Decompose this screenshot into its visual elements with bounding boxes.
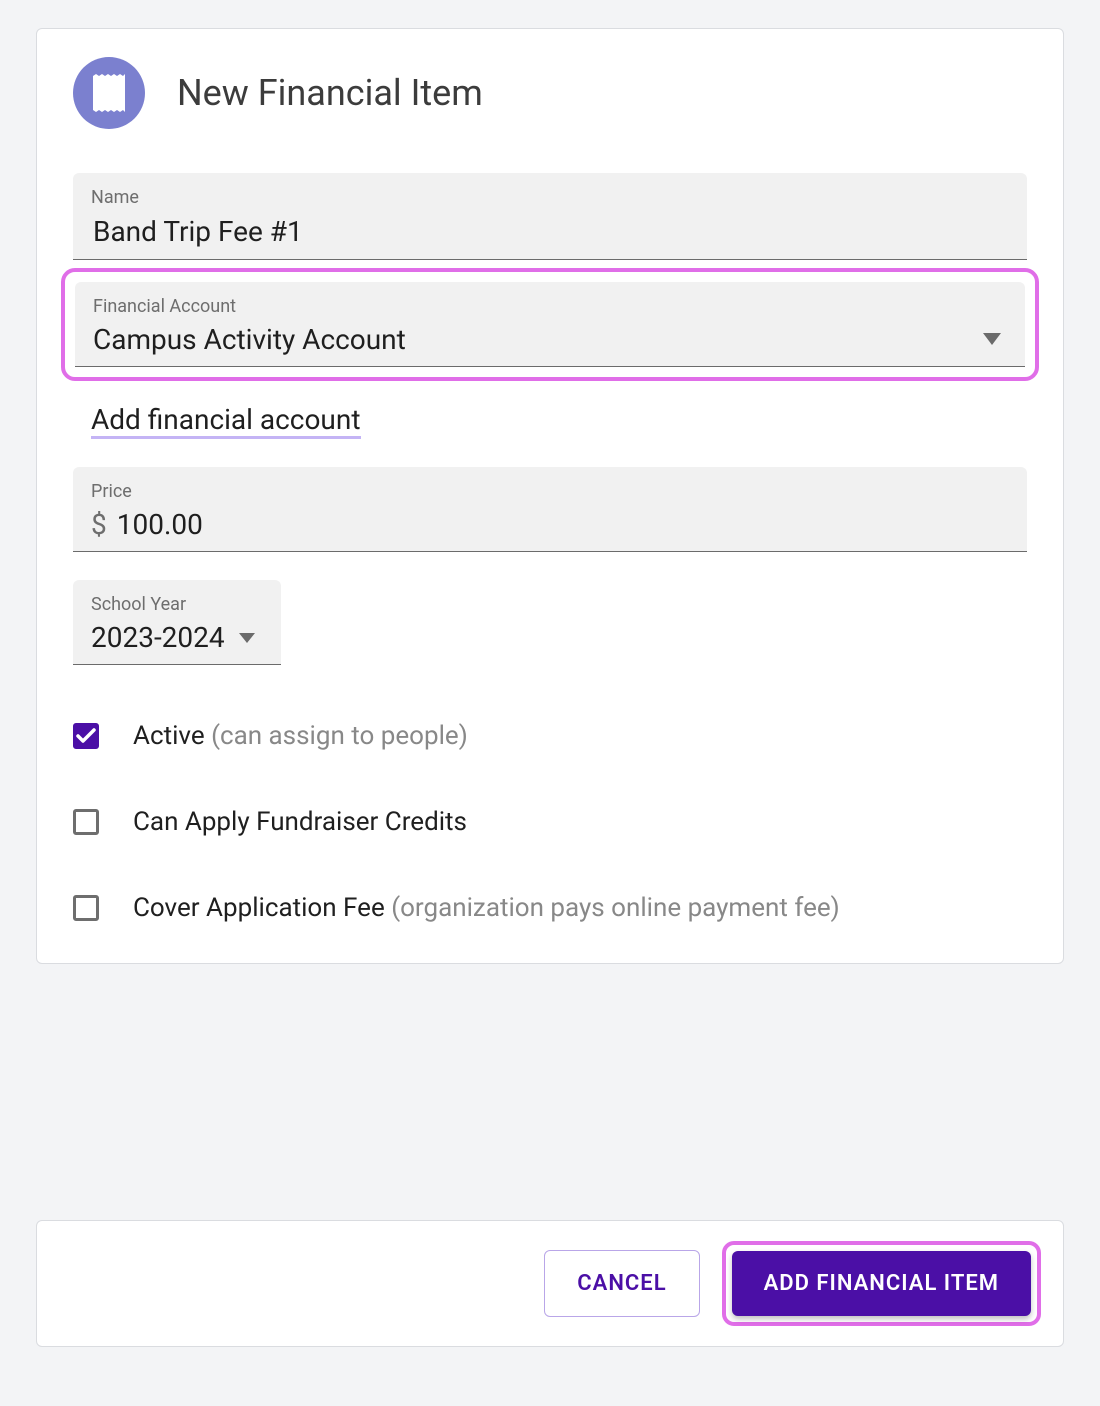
school-year-select[interactable]: School Year 2023-2024 (73, 580, 281, 665)
cover-fee-label: Cover Application Fee (organization pays… (133, 893, 840, 923)
add-financial-account-link[interactable]: Add financial account (91, 403, 361, 439)
active-label: Active (can assign to people) (133, 721, 468, 751)
submit-highlight: ADD FINANCIAL ITEM (722, 1241, 1041, 1326)
chevron-down-icon (239, 628, 255, 647)
financial-item-form-card: New Financial Item Name Financial Accoun… (36, 28, 1064, 964)
fundraiser-label-text: Can Apply Fundraiser Credits (133, 807, 467, 837)
chevron-down-icon (983, 330, 1001, 349)
checkbox-group: Active (can assign to people) Can Apply … (73, 721, 1063, 923)
active-checkbox[interactable] (73, 723, 99, 749)
active-hint: (can assign to people) (211, 721, 468, 751)
cancel-button[interactable]: CANCEL (544, 1250, 699, 1317)
name-field[interactable]: Name (73, 173, 1027, 260)
financial-account-select[interactable]: Financial Account Campus Activity Accoun… (75, 282, 1025, 367)
cover-fee-label-text: Cover Application Fee (133, 893, 385, 923)
fundraiser-checkbox-row: Can Apply Fundraiser Credits (73, 807, 1063, 837)
cover-fee-checkbox[interactable] (73, 895, 99, 921)
cover-fee-checkbox-row: Cover Application Fee (organization pays… (73, 893, 1063, 923)
page-title: New Financial Item (177, 72, 483, 114)
card-header: New Financial Item (37, 57, 1063, 129)
financial-account-highlight: Financial Account Campus Activity Accoun… (61, 268, 1039, 381)
add-financial-item-button[interactable]: ADD FINANCIAL ITEM (732, 1251, 1031, 1316)
school-year-label: School Year (91, 594, 261, 615)
name-label: Name (91, 187, 1009, 208)
receipt-icon (73, 57, 145, 129)
form-footer: CANCEL ADD FINANCIAL ITEM (36, 1220, 1064, 1347)
active-label-text: Active (133, 721, 205, 751)
financial-account-value: Campus Activity Account (93, 323, 406, 356)
price-label: Price (91, 481, 1009, 502)
fundraiser-label: Can Apply Fundraiser Credits (133, 807, 467, 837)
fundraiser-checkbox[interactable] (73, 809, 99, 835)
price-value: 100.00 (117, 508, 203, 541)
name-input[interactable] (91, 214, 1009, 249)
price-field[interactable]: Price $100.00 (73, 467, 1027, 552)
school-year-value: 2023-2024 (91, 621, 225, 654)
cover-fee-hint: (organization pays online payment fee) (391, 893, 840, 923)
financial-account-label: Financial Account (93, 296, 1007, 317)
currency-symbol: $ (91, 508, 107, 541)
active-checkbox-row: Active (can assign to people) (73, 721, 1063, 751)
